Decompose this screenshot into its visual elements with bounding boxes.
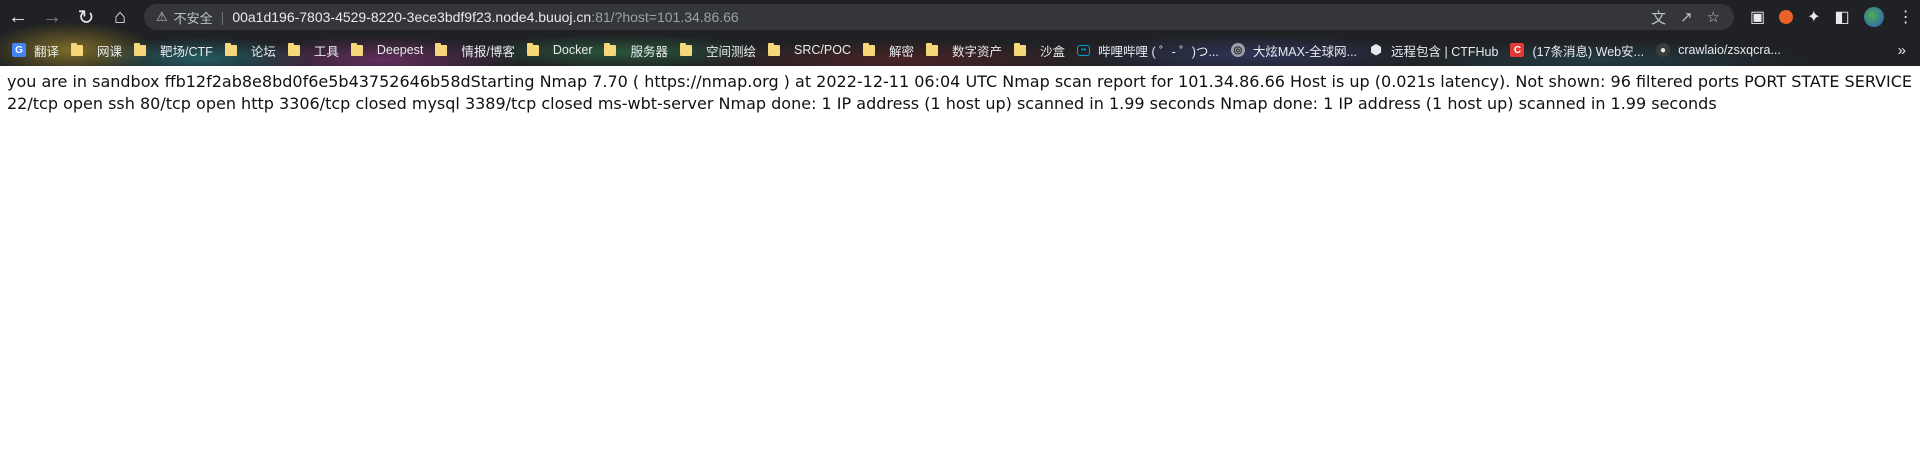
bookmark-label: 大炫MAX-全球网... bbox=[1252, 44, 1358, 59]
bookmark-folder[interactable]: 沙盒 bbox=[1014, 41, 1065, 60]
github-icon: ● bbox=[1656, 43, 1671, 57]
bookmark-label: 论坛 bbox=[250, 44, 276, 59]
bookmark-label: 空间测绘 bbox=[706, 44, 757, 59]
bookmark-label: crawlaio/zsxqcra... bbox=[1678, 43, 1781, 57]
folder-icon bbox=[526, 42, 539, 56]
bookmark-csdn[interactable]: C (17条消息) Web安... bbox=[1510, 41, 1644, 60]
page-output: you are in sandbox ffb12f2ab8e8bd0f6e5b4… bbox=[7, 72, 1912, 113]
folder-icon bbox=[435, 42, 448, 56]
bookmark-label: 翻译 bbox=[34, 44, 60, 59]
bookmark-star-icon[interactable]: ☆ bbox=[1707, 8, 1720, 26]
ctfhub-icon: ⬢ bbox=[1370, 42, 1382, 57]
menu-icon[interactable]: ⋮ bbox=[1898, 7, 1914, 27]
extension-orange-icon[interactable] bbox=[1779, 10, 1794, 24]
bookmark-daxuan[interactable]: ◎ 大炫MAX-全球网... bbox=[1230, 41, 1358, 60]
bookmark-label: (17条消息) Web安... bbox=[1532, 44, 1645, 59]
more-bookmarks-icon[interactable]: » bbox=[1898, 42, 1906, 59]
folder-icon bbox=[134, 42, 147, 56]
folder-icon bbox=[224, 42, 237, 56]
globe-icon: ◎ bbox=[1230, 43, 1245, 57]
bookmark-label: 靶场/CTF bbox=[160, 44, 213, 59]
share-icon[interactable]: ↗ bbox=[1680, 8, 1693, 26]
folder-icon bbox=[287, 42, 300, 56]
folder-icon bbox=[862, 42, 875, 56]
bookmark-label: 远程包含 | CTFHub bbox=[1391, 44, 1499, 59]
bookmark-folder[interactable]: SRC/POC bbox=[768, 42, 851, 57]
bookmark-folder[interactable]: 空间测绘 bbox=[680, 41, 756, 60]
bookmark-github[interactable]: ● crawlaio/zsxqcra... bbox=[1656, 43, 1781, 57]
bookmark-label: 服务器 bbox=[630, 44, 668, 59]
bilibili-icon: •• bbox=[1077, 44, 1091, 56]
extension-area: ▣ ✦ ◧ ⋮ bbox=[1750, 7, 1914, 27]
bookmark-bilibili[interactable]: •• 哔哩哔哩 ( ゜- ゜)つ... bbox=[1077, 41, 1219, 60]
csdn-icon: C bbox=[1510, 43, 1525, 57]
browser-toolbar: ← → ↻ ⌂ ⚠ 不安全 | 00a1d196-7803-4529-8220-… bbox=[0, 0, 1920, 34]
bookmark-folder[interactable]: Docker bbox=[526, 42, 593, 57]
bookmark-label: 解密 bbox=[888, 44, 914, 59]
bookmark-folder[interactable]: 情报/博客 bbox=[435, 41, 515, 60]
bookmark-folder[interactable]: 论坛 bbox=[224, 41, 276, 60]
folder-icon bbox=[350, 42, 363, 56]
translate-page-icon[interactable]: 文 bbox=[1651, 7, 1666, 28]
home-icon[interactable]: ⌂ bbox=[104, 1, 136, 33]
side-panel-icon[interactable]: ◧ bbox=[1835, 7, 1850, 27]
bookmark-translate[interactable]: G 翻译 bbox=[12, 41, 59, 60]
bookmarks-bar: G 翻译 网课 靶场/CTF 论坛 工具 Deepest 情报/博客 Docker… bbox=[0, 34, 1920, 66]
folder-icon bbox=[71, 42, 84, 56]
address-bar[interactable]: ⚠ 不安全 | 00a1d196-7803-4529-8220-3ece3bdf… bbox=[144, 4, 1734, 30]
folder-icon bbox=[604, 42, 617, 56]
bookmark-label: 数字资产 bbox=[951, 44, 1002, 59]
bookmark-label: 哔哩哔哩 ( ゜- ゜)つ... bbox=[1098, 44, 1219, 59]
bookmark-label: Deepest bbox=[376, 43, 424, 57]
folder-icon bbox=[680, 42, 692, 56]
extension-icon[interactable]: ▣ bbox=[1750, 7, 1765, 27]
url-path[interactable]: :81/?host=101.34.86.66 bbox=[591, 9, 739, 25]
bookmark-label: 工具 bbox=[313, 44, 339, 59]
folder-icon bbox=[925, 42, 938, 56]
bookmark-folder[interactable]: 服务器 bbox=[604, 41, 668, 60]
bookmark-folder[interactable]: 工具 bbox=[287, 41, 339, 60]
bookmark-folder[interactable]: 数字资产 bbox=[925, 41, 1002, 60]
puzzle-icon[interactable]: ✦ bbox=[1807, 7, 1820, 27]
bookmark-label: 沙盒 bbox=[1040, 44, 1066, 59]
folder-icon bbox=[768, 42, 781, 56]
bookmark-folder[interactable]: 靶场/CTF bbox=[134, 41, 213, 60]
bookmark-folder[interactable]: 网课 bbox=[71, 41, 122, 60]
address-separator: | bbox=[220, 9, 225, 25]
back-icon[interactable]: ← bbox=[2, 1, 34, 33]
bookmark-label: Docker bbox=[552, 43, 593, 57]
bookmark-label: SRC/POC bbox=[794, 43, 851, 57]
profile-avatar[interactable] bbox=[1863, 7, 1884, 27]
warning-icon[interactable]: ⚠ bbox=[156, 9, 168, 25]
reload-icon[interactable]: ↻ bbox=[70, 1, 102, 33]
url-host[interactable]: 00a1d196-7803-4529-8220-3ece3bdf9f23.nod… bbox=[232, 9, 591, 25]
browser-chrome: ← → ↻ ⌂ ⚠ 不安全 | 00a1d196-7803-4529-8220-… bbox=[0, 0, 1920, 66]
translate-icon: G bbox=[12, 43, 26, 57]
forward-icon[interactable]: → bbox=[36, 1, 68, 33]
bookmark-label: 情报/博客 bbox=[461, 44, 515, 59]
bookmark-folder[interactable]: Deepest bbox=[350, 42, 424, 57]
bookmark-folder[interactable]: 解密 bbox=[862, 41, 914, 60]
omnibox-actions: 文 ↗ ☆ bbox=[1651, 7, 1720, 28]
bookmark-label: 网课 bbox=[97, 44, 123, 59]
insecure-label[interactable]: 不安全 bbox=[174, 8, 213, 27]
folder-icon bbox=[1014, 42, 1026, 56]
bookmark-ctfhub[interactable]: ⬢ 远程包含 | CTFHub bbox=[1369, 41, 1498, 60]
